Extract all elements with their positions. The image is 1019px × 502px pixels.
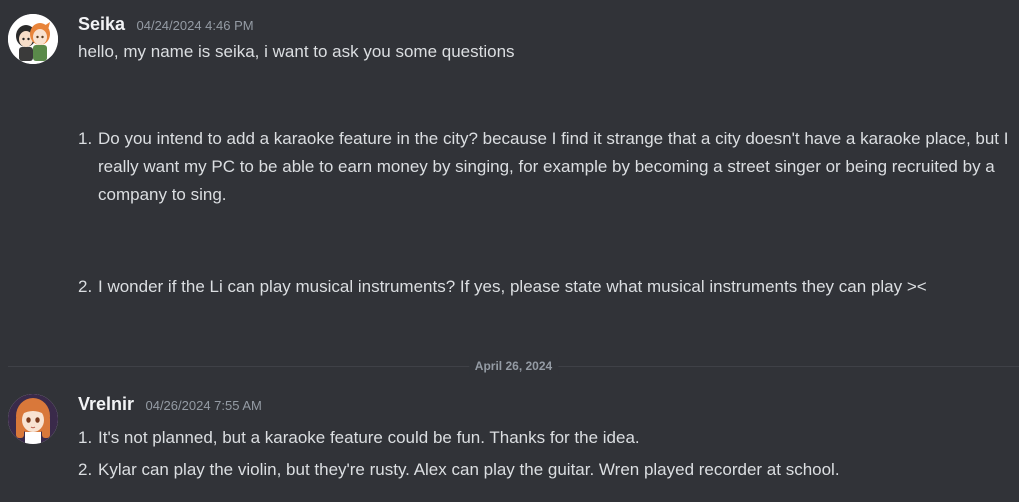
list-item: 2. I wonder if the Li can play musical i… bbox=[78, 273, 1013, 301]
anime-couple-avatar-icon bbox=[8, 14, 58, 64]
list-item: 1. Do you intend to add a karaoke featur… bbox=[78, 125, 1013, 209]
message-header: Vrelnir 04/26/2024 7:55 AM bbox=[78, 394, 262, 415]
list-number: 2. bbox=[78, 277, 93, 296]
list-item-text: I wonder if the Li can play musical inst… bbox=[98, 277, 927, 296]
list-number: 1. bbox=[78, 428, 93, 447]
timestamp[interactable]: 04/24/2024 4:46 PM bbox=[137, 18, 254, 33]
avatar[interactable] bbox=[8, 14, 58, 64]
list-item-text: Kylar can play the violin, but they're r… bbox=[98, 460, 840, 479]
list-item: 2. Kylar can play the violin, but they'r… bbox=[78, 456, 1013, 484]
timestamp[interactable]: 04/26/2024 7:55 AM bbox=[145, 398, 261, 413]
list-item-text: It's not planned, but a karaoke feature … bbox=[98, 428, 640, 447]
list-number: 2. bbox=[78, 460, 93, 479]
date-divider-label: April 26, 2024 bbox=[468, 357, 559, 375]
list-item-text: Do you intend to add a karaoke feature i… bbox=[98, 129, 1009, 204]
list-number: 1. bbox=[78, 129, 93, 148]
message-text: hello, my name is seika, i want to ask y… bbox=[78, 42, 515, 61]
username[interactable]: Seika bbox=[78, 14, 125, 34]
list-item: 1. It's not planned, but a karaoke featu… bbox=[78, 424, 1013, 452]
username[interactable]: Vrelnir bbox=[78, 394, 134, 414]
anime-girl-avatar-icon bbox=[8, 394, 58, 444]
date-divider: April 26, 2024 bbox=[8, 357, 1019, 375]
message-header: Seika 04/24/2024 4:46 PM bbox=[78, 14, 254, 35]
avatar[interactable] bbox=[8, 394, 58, 444]
